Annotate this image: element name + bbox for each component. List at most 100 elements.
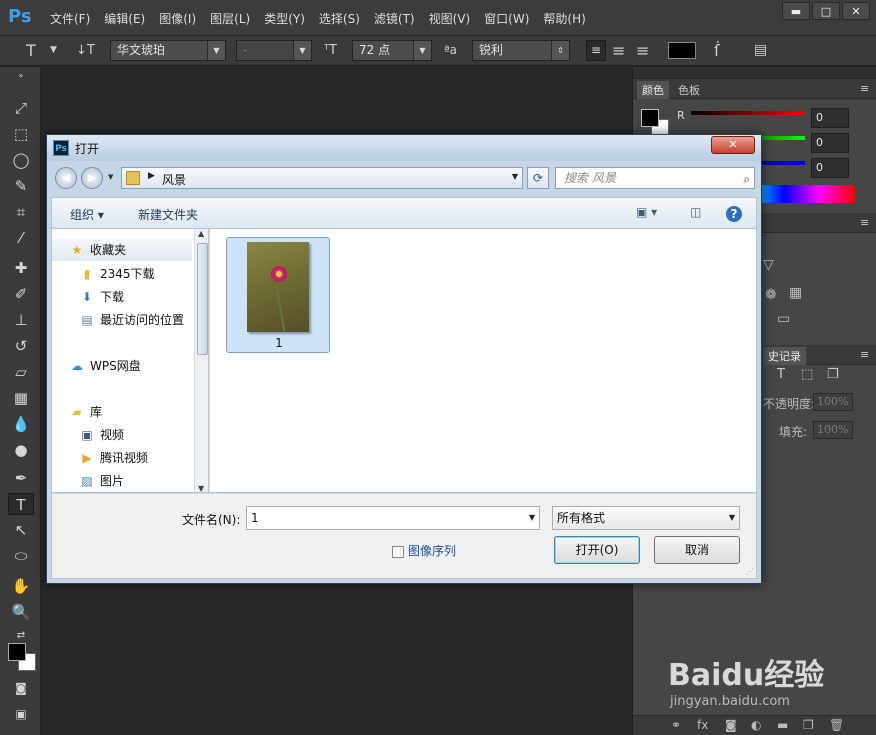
file-type-select[interactable]: 所有格式 ▼ xyxy=(552,506,740,530)
blur-tool-icon[interactable]: 💧 xyxy=(8,413,34,435)
breadcrumb-folder[interactable]: 风景 xyxy=(162,171,186,188)
nav-downloads[interactable]: ⬇ 下载 xyxy=(52,286,192,308)
shape-layer-filter-icon[interactable]: ⬚ xyxy=(801,367,813,382)
nav-videos[interactable]: ▣ 视频 xyxy=(52,424,192,446)
menu-window[interactable]: 窗口(W) xyxy=(484,10,537,27)
quick-select-tool-icon[interactable]: ✎ xyxy=(8,175,34,197)
tab-history[interactable]: 史记录 xyxy=(763,347,806,365)
nav-pictures[interactable]: ▨ 图片 xyxy=(52,470,192,492)
filename-input[interactable]: 1 ▼ xyxy=(246,506,540,530)
warp-text-icon[interactable]: ẛ xyxy=(714,40,720,61)
help-icon[interactable]: ? xyxy=(726,206,742,222)
eraser-tool-icon[interactable]: ▱ xyxy=(8,361,34,383)
panel-menu-icon[interactable]: ≡ xyxy=(855,81,874,96)
pen-tool-icon[interactable]: ✒ xyxy=(8,467,34,489)
link-layers-icon[interactable]: ⚭ xyxy=(671,718,681,732)
chevron-down-icon[interactable]: ▼ xyxy=(529,507,535,529)
type-layer-filter-icon[interactable]: T xyxy=(777,367,785,382)
nav-favorites[interactable]: ★ 收藏夹 xyxy=(52,239,192,261)
tool-preset-dropdown-icon[interactable]: ▼ xyxy=(50,40,57,61)
color-lookup-icon[interactable]: ▦ xyxy=(789,285,802,301)
collapse-icon[interactable]: » xyxy=(8,71,34,81)
panel-foreground-swatch[interactable] xyxy=(641,109,659,127)
group-folder-icon[interactable]: ▬ xyxy=(777,718,788,732)
new-folder-button[interactable]: 新建文件夹 xyxy=(138,206,198,223)
address-dropdown-icon[interactable]: ▼ xyxy=(512,172,518,181)
r-channel-value[interactable]: 0 xyxy=(811,108,849,128)
nav-recent-places[interactable]: ▤ 最近访问的位置 xyxy=(52,309,192,331)
view-options-icon[interactable]: ▣ ▾ xyxy=(636,205,657,219)
screen-mode-icon[interactable]: ▣ xyxy=(8,703,34,725)
fill-field[interactable]: 100% xyxy=(813,421,853,439)
character-panel-icon[interactable]: ▤ xyxy=(754,40,767,61)
panel-collapse-bar[interactable] xyxy=(633,67,876,79)
opacity-field[interactable]: 100% xyxy=(813,393,853,411)
panel-menu-icon[interactable]: ≡ xyxy=(855,347,874,362)
r-channel-slider[interactable] xyxy=(691,111,805,115)
menu-layer[interactable]: 图层(L) xyxy=(210,10,258,27)
anti-alias-select[interactable]: 锐利 ⇕ xyxy=(472,40,570,61)
nav-libraries[interactable]: ▰ 库 xyxy=(52,401,192,423)
breadcrumb-arrow-icon[interactable]: ▶ xyxy=(148,171,155,181)
search-input[interactable]: 搜索 风景 ⌕ xyxy=(555,167,755,189)
image-sequence-label[interactable]: 图像序列 xyxy=(408,542,456,559)
nav-tencent-video[interactable]: ▶ 腾讯视频 xyxy=(52,447,192,469)
panel-menu-icon[interactable]: ≡ xyxy=(855,215,874,230)
g-channel-value[interactable]: 0 xyxy=(811,133,849,153)
new-layer-icon[interactable]: ❐ xyxy=(803,718,814,732)
scroll-up-icon[interactable]: ▲ xyxy=(198,229,204,238)
lasso-tool-icon[interactable]: ◯ xyxy=(8,149,34,171)
menu-type[interactable]: 类型(Y) xyxy=(264,10,313,27)
file-item[interactable]: 1 xyxy=(226,237,330,353)
dialog-close-button[interactable]: ✕ xyxy=(711,136,755,154)
type-tool-icon[interactable]: T xyxy=(8,493,34,515)
adjustment-layer-icon[interactable]: ◐ xyxy=(751,718,761,732)
hand-tool-icon[interactable]: ✋ xyxy=(8,575,34,597)
preview-pane-icon[interactable]: ◫ xyxy=(690,205,701,219)
nav-2345-downloads[interactable]: ▮ 2345下载 xyxy=(52,263,192,285)
fx-icon[interactable]: fx xyxy=(697,718,708,732)
recent-pages-chevron-icon[interactable]: ▼ xyxy=(108,173,113,181)
image-sequence-checkbox[interactable] xyxy=(392,546,404,558)
menu-edit[interactable]: 编辑(E) xyxy=(104,10,153,27)
refresh-button[interactable]: ⟳ xyxy=(527,167,549,189)
text-orientation-icon[interactable]: ↓T xyxy=(76,40,95,61)
type-tool-icon[interactable]: T xyxy=(26,40,36,61)
tab-swatches[interactable]: 色板 xyxy=(673,81,705,99)
smart-object-filter-icon[interactable]: ❐ xyxy=(827,367,839,382)
healing-brush-tool-icon[interactable]: ✚ xyxy=(8,257,34,279)
cancel-button[interactable]: 取消 xyxy=(654,536,740,564)
levels-adjust-icon[interactable]: ▽ xyxy=(763,257,774,273)
gradient-map-icon[interactable]: ▭ xyxy=(777,311,790,327)
forward-arrow-icon[interactable]: ▶ xyxy=(81,167,103,189)
address-bar[interactable]: ▶ 风景 ▼ xyxy=(121,167,523,189)
brush-tool-icon[interactable]: ✐ xyxy=(8,283,34,305)
close-button[interactable]: ✕ xyxy=(842,2,870,20)
menu-help[interactable]: 帮助(H) xyxy=(543,10,593,27)
dodge-tool-icon[interactable]: ● xyxy=(8,439,34,461)
menu-filter[interactable]: 滤镜(T) xyxy=(374,10,423,27)
minimize-button[interactable]: ▬ xyxy=(782,2,810,20)
font-family-select[interactable]: 华文琥珀 ▼ xyxy=(110,40,226,61)
tab-color[interactable]: 颜色 xyxy=(637,81,669,99)
resize-grip-icon[interactable]: ⋰ xyxy=(746,567,754,576)
crop-tool-icon[interactable]: ⌗ xyxy=(8,201,34,223)
path-selection-tool-icon[interactable]: ↖ xyxy=(8,519,34,541)
nav-scrollbar[interactable]: ▲ ▼ xyxy=(194,229,208,492)
channel-mixer-icon[interactable]: ❁ xyxy=(765,287,777,303)
clone-stamp-tool-icon[interactable]: ⊥ xyxy=(8,309,34,331)
scroll-down-icon[interactable]: ▼ xyxy=(198,484,204,492)
scroll-thumb[interactable] xyxy=(197,243,208,355)
gradient-tool-icon[interactable]: ▦ xyxy=(8,387,34,409)
search-icon[interactable]: ⌕ xyxy=(743,169,750,189)
foreground-color-swatch[interactable] xyxy=(8,643,26,661)
menu-image[interactable]: 图像(I) xyxy=(159,10,204,27)
history-brush-tool-icon[interactable]: ↺ xyxy=(8,335,34,357)
font-size-select[interactable]: 72 点 ▼ xyxy=(352,40,432,61)
menu-file[interactable]: 文件(F) xyxy=(50,10,98,27)
back-arrow-icon[interactable]: ◀ xyxy=(55,167,77,189)
organize-button[interactable]: 组织 ▾ xyxy=(70,206,104,223)
align-left-icon[interactable]: ≡ xyxy=(586,40,606,61)
add-mask-icon[interactable]: ◙ xyxy=(725,718,737,732)
menu-view[interactable]: 视图(V) xyxy=(429,10,479,27)
